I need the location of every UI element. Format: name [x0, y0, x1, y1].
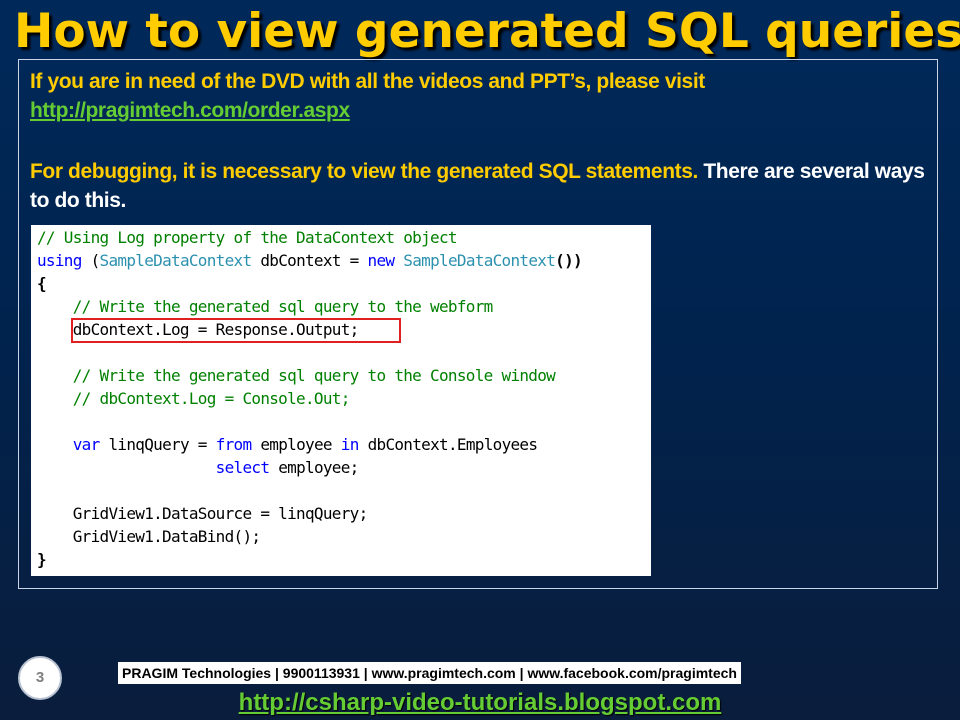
code-line-13: GridView1.DataSource = linqQuery; — [37, 504, 368, 523]
code-line-11: select employee; — [215, 458, 360, 477]
blog-link[interactable]: http://csharp-video-tutorials.blogspot.c… — [0, 688, 960, 718]
highlight-rectangle — [71, 318, 401, 343]
intro-text: If you are in need of the DVD with all t… — [30, 70, 705, 93]
code-line-3: { — [37, 274, 47, 293]
code-line-4: // Write the generated sql query to the … — [37, 297, 494, 316]
code-line-1: // Using Log property of the DataContext… — [37, 228, 458, 247]
intro-paragraph: If you are in need of the DVD with all t… — [30, 67, 705, 125]
code-line-10: var linqQuery = from employee in dbConte… — [72, 435, 538, 454]
code-line-8: // dbContext.Log = Console.Out; — [37, 389, 351, 408]
code-line-15: } — [37, 550, 47, 569]
code-line-2: using (SampleDataContext dbContext = new… — [37, 251, 583, 270]
code-line-7: // Write the generated sql query to the … — [37, 366, 556, 385]
code-line-14: GridView1.DataBind(); — [37, 527, 261, 546]
code-snippet: // Using Log property of the DataContext… — [31, 225, 651, 576]
body-text-highlighted: For debugging, it is necessary to view t… — [30, 160, 698, 183]
slide-title: How to view generated SQL queries — [14, 4, 960, 59]
body-paragraph: For debugging, it is necessary to view t… — [30, 157, 937, 215]
order-link[interactable]: http://pragimtech.com/order.aspx — [30, 99, 350, 122]
footer-contact-bar: PRAGIM Technologies | 9900113931 | www.p… — [118, 662, 741, 684]
